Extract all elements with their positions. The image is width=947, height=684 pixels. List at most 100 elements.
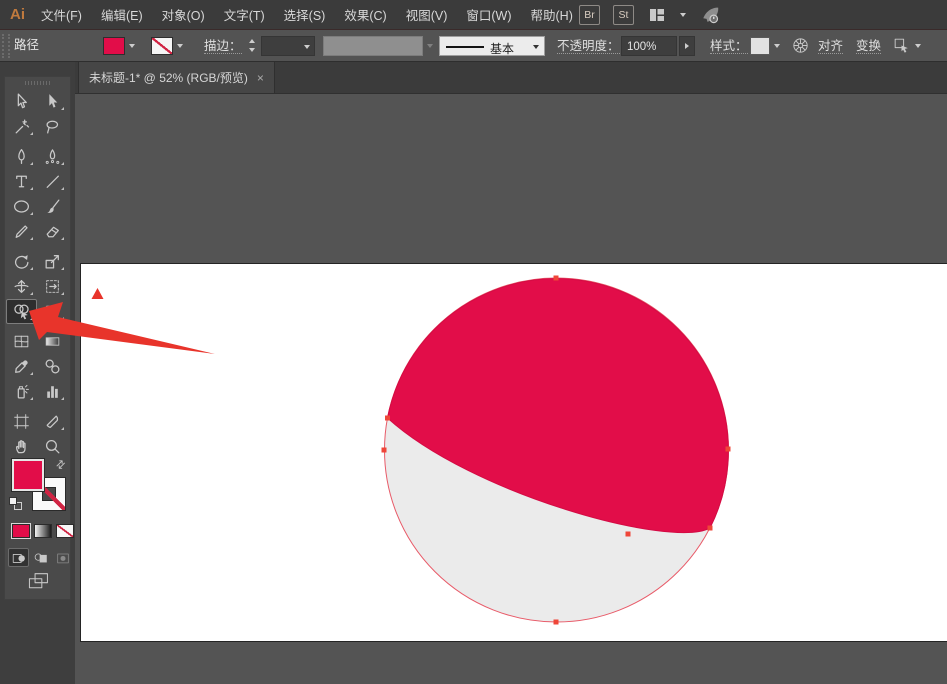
eraser-tool-button[interactable] [37, 219, 68, 244]
ellipse-tool-button[interactable] [6, 194, 37, 219]
bridge-icon[interactable]: Br [579, 5, 600, 25]
workspace-chevron-icon[interactable] [680, 13, 686, 17]
anchor-top[interactable] [553, 275, 559, 281]
fill-proxy-swatch[interactable] [12, 459, 44, 491]
brush-definition-dropdown[interactable] [323, 36, 423, 56]
anchor-divide-right[interactable] [707, 525, 713, 531]
line-segment-tool-button[interactable] [37, 169, 68, 194]
width-profile-chevron-icon[interactable] [533, 45, 539, 49]
menu-effect[interactable]: 效果(C) [344, 5, 386, 24]
curvature-tool-button[interactable] [37, 144, 68, 169]
select-similar-icon[interactable] [892, 36, 911, 55]
tools-panel-grip[interactable] [25, 81, 51, 85]
stepper-down-icon[interactable] [249, 48, 255, 52]
screen-mode-button[interactable] [27, 572, 51, 590]
scale-tool-button[interactable] [37, 249, 68, 274]
opacity-link[interactable]: 不透明度： [557, 39, 620, 54]
style-swatch[interactable] [750, 37, 770, 55]
eyedropper-tool-button[interactable] [6, 354, 37, 379]
eraser-tool-icon [46, 226, 59, 238]
selection-tool-button[interactable] [6, 89, 37, 114]
slice-tool-icon [46, 415, 59, 428]
stock-icon[interactable]: St [613, 5, 634, 25]
symbol-sprayer-tool-button[interactable] [6, 379, 37, 404]
controlbar-grip[interactable] [2, 34, 10, 58]
shaper-tool-button[interactable] [6, 219, 37, 244]
gradient-mode-button[interactable] [34, 524, 52, 538]
column-graph-tool-icon [47, 386, 58, 398]
free-transform-tool-icon [46, 280, 59, 293]
menu-type[interactable]: 文字(T) [224, 5, 265, 24]
swap-fill-stroke-icon[interactable]: ⇄ [53, 457, 68, 472]
document-tab[interactable]: 未标题-1* @ 52% (RGB/预览) × [78, 62, 275, 93]
artboard[interactable] [80, 263, 947, 642]
anchor-right[interactable] [725, 446, 731, 452]
color-mode-button[interactable] [12, 524, 30, 538]
style-link[interactable]: 样式： [710, 39, 748, 54]
anchor-divide-mid[interactable] [625, 531, 631, 537]
rotate-tool-button[interactable] [6, 249, 37, 274]
default-fill-stroke-icon[interactable] [9, 497, 23, 511]
opacity-field[interactable]: 100% [621, 36, 677, 56]
anchor-left[interactable] [381, 447, 387, 453]
magic-wand-tool-button[interactable] [6, 114, 37, 139]
artboard-tool-button[interactable] [6, 409, 37, 434]
free-transform-tool-button[interactable] [37, 274, 68, 299]
tools-panel: ⇄ [4, 76, 74, 600]
type-tool-button[interactable] [6, 169, 37, 194]
perspective-grid-tool-icon [46, 305, 59, 318]
workspace-switcher-icon[interactable] [647, 6, 667, 24]
direct-selection-tool-button[interactable] [37, 89, 68, 114]
canvas-pasteboard[interactable] [75, 94, 947, 684]
menu-view[interactable]: 视图(V) [406, 5, 448, 24]
anchor-divide-left[interactable] [385, 415, 390, 421]
gpu-performance-icon[interactable] [699, 4, 723, 26]
none-mode-button[interactable] [56, 524, 74, 538]
menu-edit[interactable]: 编辑(E) [101, 5, 143, 24]
lasso-tool-button[interactable] [37, 114, 68, 139]
stepper-up-icon[interactable] [249, 39, 255, 43]
stroke-width-stepper[interactable] [247, 36, 259, 56]
width-profile-dropdown[interactable]: 基本 [439, 36, 545, 56]
fill-color-chevron-icon[interactable] [129, 44, 135, 48]
opacity-more-icon [685, 43, 689, 49]
stroke-width-dropdown[interactable] [261, 36, 315, 56]
menu-window[interactable]: 窗口(W) [466, 5, 511, 24]
column-graph-tool-button[interactable] [37, 379, 68, 404]
select-similar-chevron-icon[interactable] [915, 44, 921, 48]
anchor-bottom[interactable] [553, 619, 559, 625]
stroke-color-swatch[interactable] [151, 37, 173, 55]
draw-inside-button[interactable] [52, 548, 73, 567]
fill-color-swatch[interactable] [103, 37, 125, 55]
line-segment-tool-icon [46, 175, 59, 188]
stroke-width-chevron-icon[interactable] [304, 45, 310, 49]
transform-link[interactable]: 变换 [856, 39, 882, 54]
ellipse-tool-icon [14, 200, 29, 213]
draw-normal-icon [12, 553, 25, 563]
menu-object[interactable]: 对象(O) [162, 5, 205, 24]
gradient-tool-button[interactable] [37, 329, 68, 354]
zoom-tool-button[interactable] [37, 434, 68, 459]
pen-tool-button[interactable] [6, 144, 37, 169]
stroke-none-diagonal [152, 38, 172, 54]
stroke-panel-link[interactable]: 描边： [204, 39, 242, 54]
recolor-artwork-icon[interactable] [791, 36, 810, 55]
opacity-more-button[interactable] [679, 36, 695, 56]
mesh-tool-button[interactable] [6, 329, 37, 354]
menu-select[interactable]: 选择(S) [284, 5, 326, 24]
draw-behind-button[interactable] [30, 548, 51, 567]
slice-tool-button[interactable] [37, 409, 68, 434]
draw-normal-button[interactable] [8, 548, 29, 567]
width-tool-button[interactable] [6, 274, 37, 299]
tab-close-icon[interactable]: × [257, 71, 264, 85]
paintbrush-tool-button[interactable] [37, 194, 68, 219]
align-link[interactable]: 对齐 [818, 39, 844, 54]
hand-tool-button[interactable] [6, 434, 37, 459]
menu-help[interactable]: 帮助(H) [531, 5, 573, 24]
menu-file[interactable]: 文件(F) [41, 5, 82, 24]
perspective-grid-tool-button[interactable] [37, 299, 68, 324]
blend-tool-button[interactable] [37, 354, 68, 379]
stroke-color-chevron-icon[interactable] [177, 44, 183, 48]
shape-builder-tool-button[interactable] [6, 299, 37, 324]
style-chevron-icon[interactable] [774, 44, 780, 48]
